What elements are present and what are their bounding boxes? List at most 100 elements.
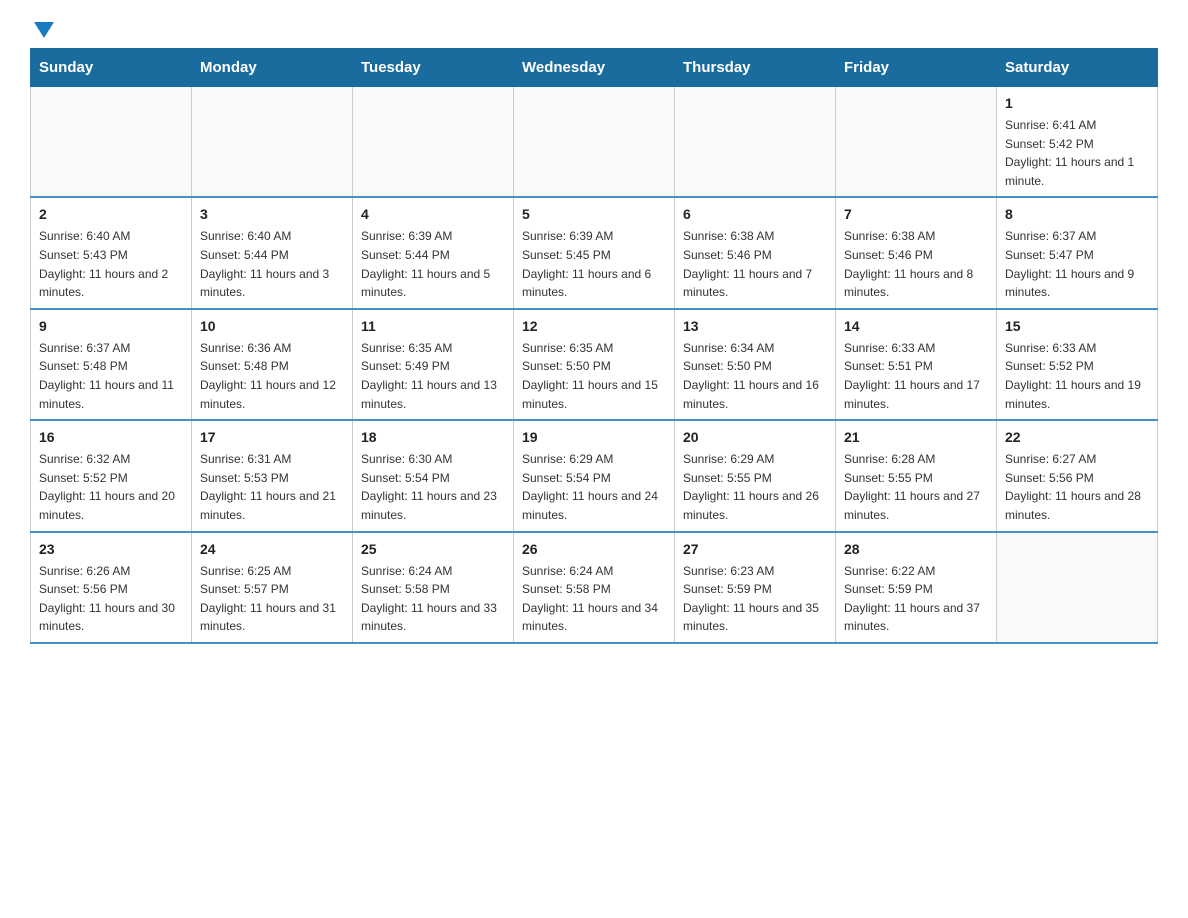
day-number: 17 <box>200 427 344 448</box>
calendar-cell: 18Sunrise: 6:30 AMSunset: 5:54 PMDayligh… <box>353 420 514 531</box>
calendar-week-row: 1Sunrise: 6:41 AMSunset: 5:42 PMDaylight… <box>31 87 1158 198</box>
day-number: 22 <box>1005 427 1149 448</box>
calendar-cell <box>675 87 836 198</box>
calendar-body: 1Sunrise: 6:41 AMSunset: 5:42 PMDaylight… <box>31 87 1158 643</box>
calendar-cell <box>836 87 997 198</box>
day-info: Sunrise: 6:40 AMSunset: 5:44 PMDaylight:… <box>200 227 344 301</box>
day-info: Sunrise: 6:39 AMSunset: 5:44 PMDaylight:… <box>361 227 505 301</box>
day-info: Sunrise: 6:41 AMSunset: 5:42 PMDaylight:… <box>1005 116 1149 190</box>
day-info: Sunrise: 6:29 AMSunset: 5:54 PMDaylight:… <box>522 450 666 524</box>
day-info: Sunrise: 6:30 AMSunset: 5:54 PMDaylight:… <box>361 450 505 524</box>
calendar-cell <box>514 87 675 198</box>
weekday-header-thursday: Thursday <box>675 49 836 87</box>
day-info: Sunrise: 6:29 AMSunset: 5:55 PMDaylight:… <box>683 450 827 524</box>
calendar-cell: 1Sunrise: 6:41 AMSunset: 5:42 PMDaylight… <box>997 87 1158 198</box>
calendar-cell: 28Sunrise: 6:22 AMSunset: 5:59 PMDayligh… <box>836 532 997 643</box>
day-info: Sunrise: 6:25 AMSunset: 5:57 PMDaylight:… <box>200 562 344 636</box>
weekday-header-sunday: Sunday <box>31 49 192 87</box>
day-number: 3 <box>200 204 344 225</box>
day-info: Sunrise: 6:34 AMSunset: 5:50 PMDaylight:… <box>683 339 827 413</box>
calendar-cell <box>31 87 192 198</box>
calendar-cell: 4Sunrise: 6:39 AMSunset: 5:44 PMDaylight… <box>353 197 514 308</box>
calendar-cell: 15Sunrise: 6:33 AMSunset: 5:52 PMDayligh… <box>997 309 1158 420</box>
day-info: Sunrise: 6:31 AMSunset: 5:53 PMDaylight:… <box>200 450 344 524</box>
calendar-cell: 11Sunrise: 6:35 AMSunset: 5:49 PMDayligh… <box>353 309 514 420</box>
day-info: Sunrise: 6:38 AMSunset: 5:46 PMDaylight:… <box>683 227 827 301</box>
day-info: Sunrise: 6:23 AMSunset: 5:59 PMDaylight:… <box>683 562 827 636</box>
day-info: Sunrise: 6:26 AMSunset: 5:56 PMDaylight:… <box>39 562 183 636</box>
page-header <box>30 20 1158 38</box>
day-info: Sunrise: 6:40 AMSunset: 5:43 PMDaylight:… <box>39 227 183 301</box>
calendar-week-row: 9Sunrise: 6:37 AMSunset: 5:48 PMDaylight… <box>31 309 1158 420</box>
calendar-cell: 14Sunrise: 6:33 AMSunset: 5:51 PMDayligh… <box>836 309 997 420</box>
day-number: 2 <box>39 204 183 225</box>
day-info: Sunrise: 6:28 AMSunset: 5:55 PMDaylight:… <box>844 450 988 524</box>
day-number: 25 <box>361 539 505 560</box>
day-number: 19 <box>522 427 666 448</box>
day-number: 24 <box>200 539 344 560</box>
calendar-cell: 21Sunrise: 6:28 AMSunset: 5:55 PMDayligh… <box>836 420 997 531</box>
day-number: 23 <box>39 539 183 560</box>
calendar-cell <box>192 87 353 198</box>
day-number: 27 <box>683 539 827 560</box>
calendar-cell: 13Sunrise: 6:34 AMSunset: 5:50 PMDayligh… <box>675 309 836 420</box>
day-info: Sunrise: 6:33 AMSunset: 5:51 PMDaylight:… <box>844 339 988 413</box>
day-number: 11 <box>361 316 505 337</box>
day-info: Sunrise: 6:27 AMSunset: 5:56 PMDaylight:… <box>1005 450 1149 524</box>
day-info: Sunrise: 6:22 AMSunset: 5:59 PMDaylight:… <box>844 562 988 636</box>
calendar-header: SundayMondayTuesdayWednesdayThursdayFrid… <box>31 49 1158 87</box>
calendar-cell <box>353 87 514 198</box>
calendar-table: SundayMondayTuesdayWednesdayThursdayFrid… <box>30 48 1158 644</box>
calendar-cell: 10Sunrise: 6:36 AMSunset: 5:48 PMDayligh… <box>192 309 353 420</box>
weekday-header-tuesday: Tuesday <box>353 49 514 87</box>
calendar-cell: 16Sunrise: 6:32 AMSunset: 5:52 PMDayligh… <box>31 420 192 531</box>
calendar-cell: 19Sunrise: 6:29 AMSunset: 5:54 PMDayligh… <box>514 420 675 531</box>
calendar-cell: 20Sunrise: 6:29 AMSunset: 5:55 PMDayligh… <box>675 420 836 531</box>
day-info: Sunrise: 6:38 AMSunset: 5:46 PMDaylight:… <box>844 227 988 301</box>
weekday-header-row: SundayMondayTuesdayWednesdayThursdayFrid… <box>31 49 1158 87</box>
calendar-cell: 25Sunrise: 6:24 AMSunset: 5:58 PMDayligh… <box>353 532 514 643</box>
day-number: 4 <box>361 204 505 225</box>
calendar-cell <box>997 532 1158 643</box>
weekday-header-wednesday: Wednesday <box>514 49 675 87</box>
day-number: 14 <box>844 316 988 337</box>
calendar-week-row: 2Sunrise: 6:40 AMSunset: 5:43 PMDaylight… <box>31 197 1158 308</box>
calendar-cell: 22Sunrise: 6:27 AMSunset: 5:56 PMDayligh… <box>997 420 1158 531</box>
calendar-cell: 23Sunrise: 6:26 AMSunset: 5:56 PMDayligh… <box>31 532 192 643</box>
calendar-week-row: 23Sunrise: 6:26 AMSunset: 5:56 PMDayligh… <box>31 532 1158 643</box>
day-info: Sunrise: 6:32 AMSunset: 5:52 PMDaylight:… <box>39 450 183 524</box>
day-number: 1 <box>1005 93 1149 114</box>
calendar-cell: 26Sunrise: 6:24 AMSunset: 5:58 PMDayligh… <box>514 532 675 643</box>
day-number: 10 <box>200 316 344 337</box>
day-number: 9 <box>39 316 183 337</box>
day-info: Sunrise: 6:35 AMSunset: 5:50 PMDaylight:… <box>522 339 666 413</box>
day-info: Sunrise: 6:24 AMSunset: 5:58 PMDaylight:… <box>361 562 505 636</box>
calendar-cell: 27Sunrise: 6:23 AMSunset: 5:59 PMDayligh… <box>675 532 836 643</box>
day-number: 16 <box>39 427 183 448</box>
calendar-cell: 9Sunrise: 6:37 AMSunset: 5:48 PMDaylight… <box>31 309 192 420</box>
calendar-cell: 17Sunrise: 6:31 AMSunset: 5:53 PMDayligh… <box>192 420 353 531</box>
calendar-cell: 2Sunrise: 6:40 AMSunset: 5:43 PMDaylight… <box>31 197 192 308</box>
calendar-cell: 24Sunrise: 6:25 AMSunset: 5:57 PMDayligh… <box>192 532 353 643</box>
day-info: Sunrise: 6:33 AMSunset: 5:52 PMDaylight:… <box>1005 339 1149 413</box>
calendar-cell: 12Sunrise: 6:35 AMSunset: 5:50 PMDayligh… <box>514 309 675 420</box>
day-info: Sunrise: 6:37 AMSunset: 5:48 PMDaylight:… <box>39 339 183 413</box>
day-info: Sunrise: 6:24 AMSunset: 5:58 PMDaylight:… <box>522 562 666 636</box>
day-number: 13 <box>683 316 827 337</box>
day-number: 20 <box>683 427 827 448</box>
day-number: 6 <box>683 204 827 225</box>
calendar-cell: 5Sunrise: 6:39 AMSunset: 5:45 PMDaylight… <box>514 197 675 308</box>
logo-triangle-icon <box>34 22 54 38</box>
calendar-cell: 6Sunrise: 6:38 AMSunset: 5:46 PMDaylight… <box>675 197 836 308</box>
day-number: 21 <box>844 427 988 448</box>
day-info: Sunrise: 6:35 AMSunset: 5:49 PMDaylight:… <box>361 339 505 413</box>
day-number: 18 <box>361 427 505 448</box>
weekday-header-saturday: Saturday <box>997 49 1158 87</box>
day-number: 28 <box>844 539 988 560</box>
calendar-cell: 8Sunrise: 6:37 AMSunset: 5:47 PMDaylight… <box>997 197 1158 308</box>
day-number: 26 <box>522 539 666 560</box>
day-number: 5 <box>522 204 666 225</box>
day-number: 12 <box>522 316 666 337</box>
day-number: 15 <box>1005 316 1149 337</box>
day-number: 7 <box>844 204 988 225</box>
